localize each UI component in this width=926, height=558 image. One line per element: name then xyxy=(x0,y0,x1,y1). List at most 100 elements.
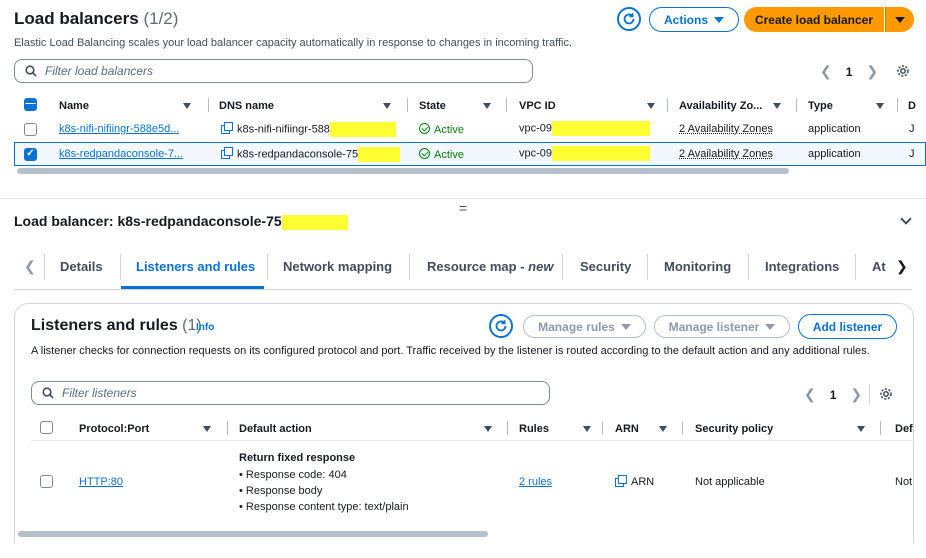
list-item: Response content type: text/plain xyxy=(239,499,409,515)
detail-title: Load balancer: k8s-redpandaconsole-75 xyxy=(14,213,348,230)
filter-load-balancers[interactable] xyxy=(14,59,533,83)
az-cell[interactable]: 2 Availability Zones xyxy=(679,148,773,160)
pagination: ❮ 1 ❯ xyxy=(820,63,878,80)
listeners-description: A listener checks for connection request… xyxy=(31,345,870,357)
security-policy-cell: Not applicable xyxy=(695,476,765,488)
vpc-cell: vpc-09 xyxy=(519,121,651,136)
prev-page-icon[interactable]: ❮ xyxy=(804,386,816,403)
search-input[interactable] xyxy=(45,64,502,78)
col-name[interactable]: Name xyxy=(59,97,199,114)
def-cell: Not xyxy=(895,476,913,488)
protocol-port-link[interactable]: HTTP:80 xyxy=(79,476,123,488)
redaction-box xyxy=(281,214,348,230)
row-checkbox[interactable] xyxy=(24,123,37,136)
tab-monitoring[interactable]: Monitoring xyxy=(664,259,731,274)
arn-cell: ARN xyxy=(615,475,654,488)
col-protocol-port[interactable]: Protocol:Port xyxy=(79,420,219,437)
row-checkbox[interactable]: ✓ xyxy=(24,148,37,161)
list-item: Response body xyxy=(239,483,409,499)
tabs-divider xyxy=(14,289,912,290)
select-all-checkbox[interactable]: — xyxy=(24,98,37,111)
lb-name-link[interactable]: k8s-redpandaconsole-7... xyxy=(59,148,183,160)
status-ok-icon xyxy=(419,123,430,134)
default-action-list: Response code: 404 Response body Respons… xyxy=(239,467,409,515)
redaction-box xyxy=(358,147,401,162)
table-horizontal-scrollbar[interactable] xyxy=(17,168,789,174)
page-number[interactable]: 1 xyxy=(830,388,837,402)
col-default-action[interactable]: Default action xyxy=(239,420,500,437)
chevron-down-icon xyxy=(620,323,631,330)
col-type[interactable]: Type xyxy=(808,97,892,114)
tabs-scroll-left-icon[interactable]: ❮ xyxy=(24,258,36,275)
tab-resource-map[interactable]: Resource map - new xyxy=(427,259,553,274)
col-dns-name[interactable]: DNS name xyxy=(219,97,399,114)
manage-rules-button[interactable]: Manage rules xyxy=(523,315,646,338)
actions-button[interactable]: Actions xyxy=(649,7,739,32)
page-subtitle: Elastic Load Balancing scales your load … xyxy=(14,37,573,49)
manage-listener-button[interactable]: Manage listener xyxy=(654,315,790,338)
col-rules[interactable]: Rules xyxy=(519,420,599,437)
type-cell: application xyxy=(808,123,861,135)
d-cell: J xyxy=(909,148,915,160)
col-vpc-id[interactable]: VPC ID xyxy=(519,97,663,114)
filter-listeners[interactable] xyxy=(31,381,550,405)
rules-link[interactable]: 2 rules xyxy=(519,476,552,488)
tab-details[interactable]: Details xyxy=(60,259,103,274)
create-dropdown-button[interactable] xyxy=(885,7,914,32)
select-all-listeners-checkbox[interactable] xyxy=(40,421,53,434)
info-link[interactable]: Info xyxy=(196,322,214,333)
type-cell: application xyxy=(808,148,861,160)
copy-icon[interactable] xyxy=(221,122,233,135)
collapse-chevron-icon[interactable] xyxy=(900,213,912,225)
state-cell: Active xyxy=(419,123,464,136)
refresh-icon xyxy=(495,320,507,332)
list-item: Response code: 404 xyxy=(239,467,409,483)
table-row-selected[interactable]: ✓ k8s-redpandaconsole-7... k8s-redpandac… xyxy=(14,142,926,166)
tab-security[interactable]: Security xyxy=(580,259,631,274)
col-security-policy[interactable]: Security policy xyxy=(695,420,873,437)
dns-cell: k8s-nifi-nifiingr-588 xyxy=(221,122,396,137)
copy-icon[interactable] xyxy=(615,475,627,487)
az-cell[interactable]: 2 Availability Zones xyxy=(679,123,773,135)
col-availability-zones[interactable]: Availability Zo... xyxy=(679,97,789,114)
d-cell: J xyxy=(909,123,915,135)
page-number[interactable]: 1 xyxy=(846,65,853,79)
drag-handle-icon[interactable]: = xyxy=(459,200,467,216)
prev-page-icon[interactable]: ❮ xyxy=(820,63,832,80)
dns-cell: k8s-redpandaconsole-75 xyxy=(221,147,401,162)
tab-network-mapping[interactable]: Network mapping xyxy=(283,259,392,274)
table-row[interactable]: k8s-nifi-nifiingr-588e5d... k8s-nifi-nif… xyxy=(14,118,926,142)
lb-name-link[interactable]: k8s-nifi-nifiingr-588e5d... xyxy=(59,123,179,135)
col-state[interactable]: State xyxy=(419,97,499,114)
create-load-balancer-button[interactable]: Create load balancer xyxy=(744,7,884,32)
col-arn[interactable]: ARN xyxy=(615,420,675,437)
page-title-text: Load balancers xyxy=(14,9,139,28)
search-icon xyxy=(25,65,37,77)
vpc-cell: vpc-09 xyxy=(519,146,651,161)
page-title: Load balancers (1/2) xyxy=(14,9,178,29)
chevron-down-icon xyxy=(895,16,905,23)
refresh-button[interactable] xyxy=(617,7,641,31)
next-page-icon[interactable]: ❯ xyxy=(866,63,878,80)
tab-attributes[interactable]: At xyxy=(872,259,888,274)
status-ok-icon xyxy=(419,148,430,159)
tab-integrations[interactable]: Integrations xyxy=(765,259,839,274)
chevron-down-icon xyxy=(714,16,724,23)
settings-gear-icon[interactable] xyxy=(879,387,893,401)
next-page-icon[interactable]: ❯ xyxy=(850,386,862,403)
listeners-refresh-button[interactable] xyxy=(489,314,513,338)
col-def[interactable]: Def xyxy=(895,420,914,437)
search-icon xyxy=(42,387,54,399)
col-d[interactable]: D xyxy=(908,97,926,114)
redaction-box xyxy=(552,146,651,161)
settings-gear-icon[interactable] xyxy=(896,64,910,78)
copy-icon[interactable] xyxy=(221,147,233,160)
tabs-scroll-right-icon[interactable]: ❯ xyxy=(896,258,908,275)
tab-listeners-and-rules[interactable]: Listeners and rules xyxy=(136,259,255,274)
add-listener-button[interactable]: Add listener xyxy=(798,314,897,339)
listeners-horizontal-scrollbar[interactable] xyxy=(18,531,488,537)
state-cell: Active xyxy=(419,148,464,161)
listener-search-input[interactable] xyxy=(62,386,519,400)
actions-label: Actions xyxy=(663,12,708,27)
listener-row-checkbox[interactable] xyxy=(40,475,53,488)
